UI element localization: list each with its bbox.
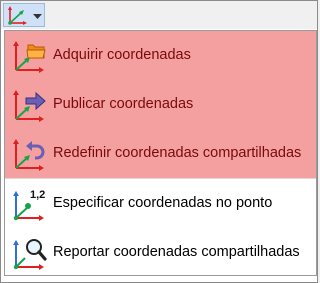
- menu-item-label: Reportar coordenadas compartilhadas: [53, 244, 300, 260]
- menu-item-label: Publicar coordenadas: [53, 96, 194, 112]
- menu-item-specify-coordinates-at-point[interactable]: 1,2 Especificar coordenadas no ponto: [5, 179, 316, 228]
- svg-text:1,2: 1,2: [30, 189, 45, 201]
- menu-item-report-shared-coordinates[interactable]: Reportar coordenadas compartilhadas: [5, 228, 316, 277]
- coordinate-system-icon: [8, 6, 27, 25]
- toolbar: [1, 1, 317, 29]
- report-shared-coordinates-icon: [13, 239, 47, 270]
- menu-item-publish-coordinates[interactable]: Publicar coordenadas: [5, 80, 316, 129]
- menu-item-label: Redefinir coordenadas compartilhadas: [53, 145, 302, 161]
- coordinates-dropdown-menu: Adquirir coordenadas Publicar coordenada…: [4, 30, 317, 276]
- chevron-down-icon[interactable]: [33, 14, 42, 20]
- acquire-coordinates-icon: [13, 41, 46, 73]
- specify-coordinates-at-point-icon: 1,2: [13, 189, 45, 221]
- menu-item-acquire-coordinates[interactable]: Adquirir coordenadas: [5, 31, 316, 80]
- coordinates-split-button[interactable]: [3, 3, 45, 27]
- menu-item-label: Especificar coordenadas no ponto: [53, 195, 273, 211]
- publish-coordinates-icon: [13, 90, 46, 122]
- menu-item-label: Adquirir coordenadas: [53, 47, 191, 63]
- reset-shared-coordinates-icon: [13, 139, 45, 171]
- menu-item-reset-shared-coordinates[interactable]: Redefinir coordenadas compartilhadas: [5, 129, 316, 178]
